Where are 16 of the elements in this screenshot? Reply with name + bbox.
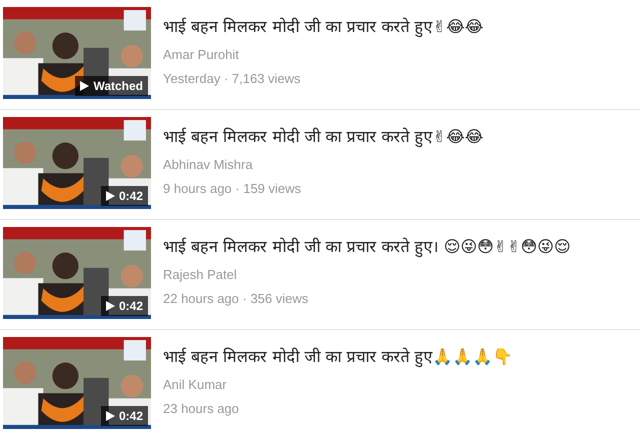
badge-text: 0:42 [118,188,143,205]
play-icon [106,411,115,421]
video-title[interactable]: भाई बहन मिलकर मोदी जी का प्रचार करते हुए🙏🙏🙏👇 [163,345,513,369]
badge-text: 0:42 [118,298,143,315]
video-title[interactable]: भाई बहन मिलकर मोदी जी का प्रचार करते हुए✌😂😂 [163,125,484,149]
play-icon [106,191,115,201]
play-icon [80,81,90,91]
play-icon [106,301,115,311]
video-meta: 9 hours ago · 159 views [163,180,302,198]
badge-text: Watched [93,78,143,95]
video-title[interactable]: भाई बहन मिलकर मोदी जी का प्रचार करते हुए✌😂😂 [163,15,484,39]
video-title[interactable]: भाई बहन मिलकर मोदी जी का प्रचार करते हुए। 😌😜😳✌✌😳😜😌 [163,235,571,259]
video-meta: Yesterday · 7,163 views [163,70,302,88]
video-meta: 22 hours ago · 356 views [163,290,310,308]
badge-text: 0:42 [118,408,143,425]
video-meta: 23 hours ago [163,400,240,418]
